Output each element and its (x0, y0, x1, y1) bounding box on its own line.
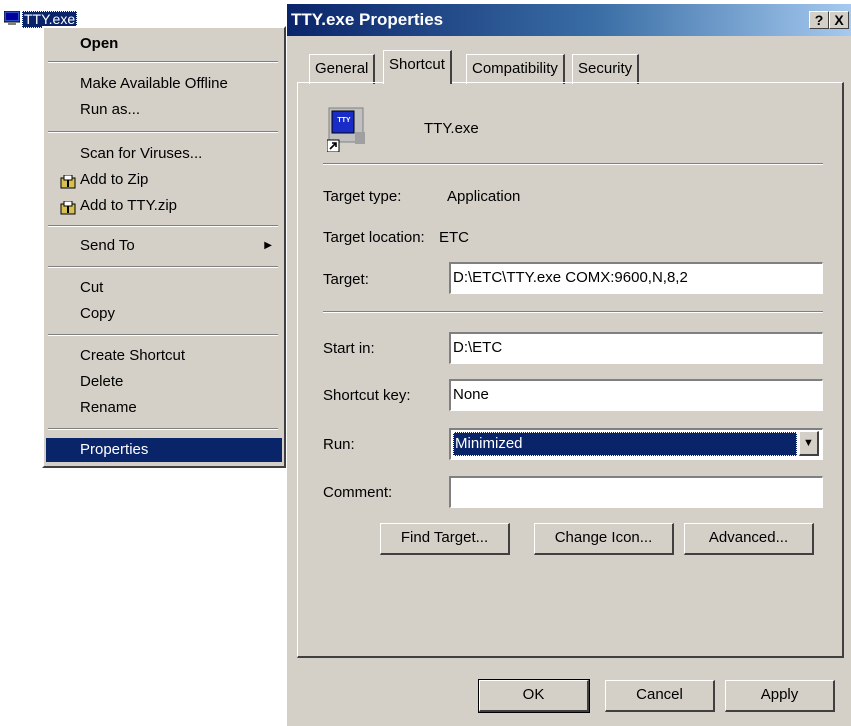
chevron-down-icon: ▼ (803, 437, 814, 449)
cancel-button[interactable]: Cancel (605, 680, 715, 712)
tab-security[interactable]: Security (572, 54, 640, 84)
run-select[interactable]: Minimized (449, 428, 823, 460)
run-label: Run: (323, 436, 355, 453)
dialog-title-bar[interactable]: TTY.exe Properties ? X (287, 4, 851, 36)
menu-item-label: Make Available Offline (80, 75, 228, 92)
target-type-value: Application (447, 188, 521, 205)
menu-item-properties[interactable]: Properties (46, 438, 282, 462)
divider (323, 163, 823, 165)
comment-input[interactable] (449, 476, 823, 508)
menu-item-label: Send To (80, 237, 135, 254)
target-input[interactable]: D:\ETC\TTY.exe COMX:9600,N,8,2 (449, 262, 823, 294)
menu-item-scan-for-viruses[interactable]: Scan for Viruses... (46, 142, 282, 166)
menu-item-cut[interactable]: Cut (46, 276, 282, 300)
start-in-input[interactable]: D:\ETC (449, 332, 823, 364)
target-label: Target: (323, 271, 369, 288)
menu-separator (48, 61, 278, 63)
menu-item-create-shortcut[interactable]: Create Shortcut (46, 344, 282, 368)
menu-separator (48, 428, 278, 430)
tab-shortcut[interactable]: Shortcut (383, 50, 452, 84)
menu-item-send-to[interactable]: Send To ▶ (46, 234, 282, 258)
menu-item-label: Cut (80, 279, 104, 296)
target-location-value: ETC (439, 229, 469, 246)
menu-item-add-to-zip[interactable]: Add to Zip (46, 168, 282, 192)
menu-item-make-available-offline[interactable]: Make Available Offline (46, 72, 282, 96)
menu-item-rename[interactable]: Rename (46, 396, 282, 420)
ok-button[interactable]: OK (478, 679, 590, 713)
advanced-button[interactable]: Advanced... (684, 523, 814, 555)
tab-panel-shortcut (297, 82, 844, 658)
menu-separator (48, 225, 278, 227)
zip-icon (60, 173, 76, 189)
menu-item-label: Delete (80, 373, 124, 390)
apply-button[interactable]: Apply (725, 680, 835, 712)
tab-general[interactable]: General (309, 54, 376, 84)
icon-text: TTY (337, 117, 351, 124)
menu-item-label: Add to TTY.zip (80, 197, 178, 214)
change-icon-button[interactable]: Change Icon... (534, 523, 674, 555)
menu-separator (48, 334, 278, 336)
target-location-label: Target location: (323, 229, 425, 246)
menu-item-label: Run as... (80, 101, 141, 118)
menu-item-label: Properties (80, 441, 149, 458)
menu-item-delete[interactable]: Delete (46, 370, 282, 394)
shortcut-file-name: TTY.exe (424, 120, 479, 137)
run-select-value: Minimized (453, 432, 797, 456)
help-button[interactable]: ? (809, 11, 829, 29)
menu-item-open[interactable]: Open (46, 32, 282, 56)
shortcut-key-label: Shortcut key: (323, 387, 411, 404)
divider (323, 311, 823, 313)
menu-item-label: Scan for Viruses... (80, 145, 203, 162)
submenu-arrow-icon: ▶ (264, 240, 272, 251)
menu-item-copy[interactable]: Copy (46, 302, 282, 326)
application-icon (3, 10, 21, 25)
zip-icon (60, 199, 76, 215)
shortcut-app-icon (326, 106, 367, 153)
menu-separator (48, 266, 278, 268)
properties-dialog: TTY.exe Properties ? X General Shortcut … (286, 4, 851, 726)
run-dropdown-button[interactable]: ▼ (799, 431, 819, 456)
context-menu: Open Make Available Offline Run as... Sc… (42, 26, 286, 468)
start-in-label: Start in: (323, 340, 375, 357)
menu-item-run-as[interactable]: Run as... (46, 98, 282, 122)
menu-item-label: Add to Zip (80, 171, 149, 188)
menu-item-label: Rename (80, 399, 137, 416)
comment-label: Comment: (323, 484, 393, 501)
menu-item-label: Open (80, 35, 119, 52)
menu-item-add-to-tty-zip[interactable]: Add to TTY.zip (46, 194, 282, 218)
shortcut-key-input[interactable]: None (449, 379, 823, 411)
target-type-label: Target type: (323, 188, 402, 205)
find-target-button[interactable]: Find Target... (380, 523, 510, 555)
menu-separator (48, 131, 278, 133)
dialog-title: TTY.exe Properties (291, 10, 444, 29)
close-button[interactable]: X (829, 11, 849, 29)
menu-item-label: Create Shortcut (80, 347, 186, 364)
tab-compatibility[interactable]: Compatibility (466, 54, 565, 84)
menu-item-label: Copy (80, 305, 116, 322)
